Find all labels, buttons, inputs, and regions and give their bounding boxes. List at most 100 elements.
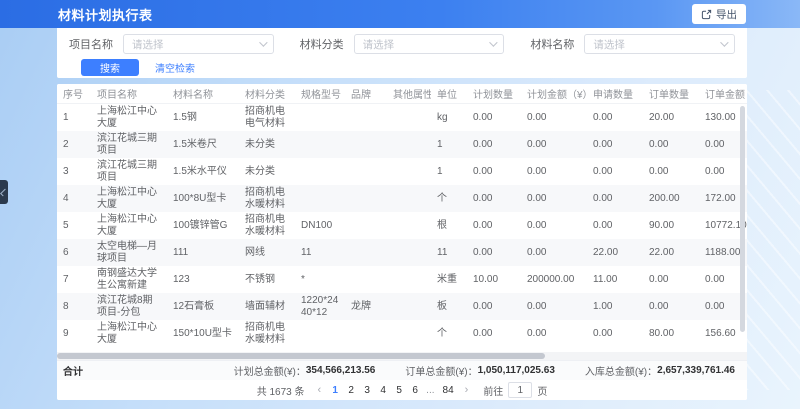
table-cell (295, 131, 345, 158)
prev-page-button[interactable]: ‹ (316, 384, 324, 396)
table-cell: 111 (167, 239, 239, 266)
column-header: 其他属性 (387, 84, 431, 104)
table-row[interactable]: 7南钢盛达大学生公寓新建123不锈钢*米重10.00200000.0011.00… (57, 266, 747, 293)
export-button[interactable]: 导出 (692, 4, 746, 24)
table-cell (295, 185, 345, 212)
page-number-4[interactable]: 4 (378, 385, 388, 396)
table-cell: kg (431, 104, 467, 132)
vertical-scrollbar[interactable] (740, 106, 745, 332)
export-icon (701, 9, 712, 20)
table-cell: 根 (431, 212, 467, 239)
goto-page-input[interactable] (508, 382, 532, 398)
page-number-6[interactable]: 6 (410, 385, 420, 396)
table-cell: 100镀锌管G (167, 212, 239, 239)
material-category-placeholder: 请选择 (363, 37, 395, 52)
table-cell: 0.00 (467, 131, 521, 158)
table-cell: 上海松江中心大厦 (91, 185, 167, 212)
table-cell: 22.00 (587, 239, 643, 266)
table-scroll-area: 序号项目名称材料名称材料分类规格型号品牌其他属性单位计划数量计划金额（¥）申请数… (57, 84, 747, 352)
table-cell: 0.00 (467, 320, 521, 347)
material-category-label: 材料分类 (300, 36, 344, 52)
chevron-down-icon (490, 38, 498, 46)
totals-group: 计划总金额(¥)： 354,566,213.56 订单总金额(¥)： 1,050… (234, 363, 735, 378)
page-number-84[interactable]: 84 (441, 385, 456, 396)
table-cell: 0.00 (521, 293, 587, 320)
table-row[interactable]: 4上海松江中心大厦100*8U型卡招商机电 水暖材料个0.000.000.002… (57, 185, 747, 212)
table-row[interactable]: 2滨江花城三期项目1.5米卷尺未分类10.000.000.000.000.00 (57, 131, 747, 158)
table-cell: 1.00 (587, 293, 643, 320)
table-cell: 1220*2440*12 (295, 293, 345, 320)
table-cell: 6 (57, 239, 91, 266)
column-header: 项目名称 (91, 84, 167, 104)
table-cell: 0.00 (643, 131, 699, 158)
table-cell: DN100 (295, 212, 345, 239)
table-cell (345, 212, 387, 239)
table-cell (345, 239, 387, 266)
project-name-select[interactable]: 请选择 (123, 34, 274, 54)
table-cell: 0.00 (467, 104, 521, 132)
page-ellipsis: ... (426, 385, 434, 396)
page-title: 材料计划执行表 (58, 5, 153, 24)
table-cell (345, 158, 387, 185)
table-cell (345, 185, 387, 212)
page-number-3[interactable]: 3 (362, 385, 372, 396)
table-cell: 0.00 (587, 212, 643, 239)
horizontal-scrollbar[interactable] (57, 353, 545, 359)
table-cell: 0.00 (587, 131, 643, 158)
page-number-1[interactable]: 1 (330, 385, 340, 396)
chevron-down-icon (259, 38, 267, 46)
table-cell: 200.00 (643, 185, 699, 212)
column-header: 规格型号 (295, 84, 345, 104)
table-panel: 序号项目名称材料名称材料分类规格型号品牌其他属性单位计划数量计划金额（¥）申请数… (57, 84, 747, 400)
table-cell: 7 (57, 266, 91, 293)
table-cell: 未分类 (239, 131, 295, 158)
table-cell: 上海松江中心大厦 (91, 104, 167, 132)
material-name-select[interactable]: 请选择 (584, 34, 735, 54)
column-header: 订单金额（¥） (699, 84, 747, 104)
table-row[interactable]: 9上海松江中心大厦150*10U型卡招商机电 水暖材料个0.000.000.00… (57, 320, 747, 347)
column-header: 品牌 (345, 84, 387, 104)
table-cell: 5 (57, 212, 91, 239)
table-cell: 滨江花城三期项目 (91, 158, 167, 185)
table-cell (387, 104, 431, 132)
sidebar-collapse-handle[interactable] (0, 180, 8, 204)
project-name-label: 项目名称 (69, 36, 113, 52)
order-total-value: 1,050,117,025.63 (478, 365, 555, 376)
table-cell: 100*8U型卡 (167, 185, 239, 212)
table-cell: 22.00 (643, 239, 699, 266)
table-cell: 招商机电 水暖材料 (239, 320, 295, 347)
table-row[interactable]: 8滨江花城8期项目-分包12石膏板墙面辅材1220*2440*12龙牌板0.00… (57, 293, 747, 320)
table-row[interactable]: 6太空电梯—月球项目111网线11110.000.0022.0022.00118… (57, 239, 747, 266)
column-header: 单位 (431, 84, 467, 104)
table-row[interactable]: 3滨江花城三期项目1.5米水平仪未分类10.000.000.000.000.00 (57, 158, 747, 185)
plan-total-amount: 计划总金额(¥)： 354,566,213.56 (234, 363, 376, 378)
table-cell: 1.5米卷尺 (167, 131, 239, 158)
table-cell: 0.00 (521, 320, 587, 347)
filter-actions: 搜索 清空检索 (69, 59, 735, 76)
table-cell: 10.00 (467, 266, 521, 293)
table-cell: 0.00 (587, 158, 643, 185)
goto-label: 前往 (483, 383, 503, 398)
table-cell (387, 293, 431, 320)
page-number-5[interactable]: 5 (394, 385, 404, 396)
table-cell: 11.00 (587, 266, 643, 293)
table-row[interactable]: 1上海松江中心大厦1.5钢招商机电 电气材料kg0.000.000.0020.0… (57, 104, 747, 132)
table-cell: 墙面辅材 (239, 293, 295, 320)
total-count: 共 1673 条 (257, 383, 305, 398)
table-cell: 未分类 (239, 158, 295, 185)
table-cell (387, 320, 431, 347)
table-cell: 招商机电 水暖材料 (239, 212, 295, 239)
page-number-2[interactable]: 2 (346, 385, 356, 396)
plan-total-label: 计划总金额(¥)： (234, 363, 306, 378)
table-row[interactable]: 5上海松江中心大厦100镀锌管G招商机电 水暖材料DN100根0.000.000… (57, 212, 747, 239)
search-button[interactable]: 搜索 (81, 59, 139, 76)
table-cell: 上海松江中心大厦 (91, 320, 167, 347)
material-category-select[interactable]: 请选择 (354, 34, 505, 54)
table-cell: 0.00 (467, 239, 521, 266)
table-cell (345, 104, 387, 132)
next-page-button[interactable]: › (463, 384, 471, 396)
table-cell: 1 (57, 104, 91, 132)
column-header: 序号 (57, 84, 91, 104)
clear-search-link[interactable]: 清空检索 (155, 60, 195, 75)
table-cell: 南钢盛达大学生公寓新建 (91, 266, 167, 293)
